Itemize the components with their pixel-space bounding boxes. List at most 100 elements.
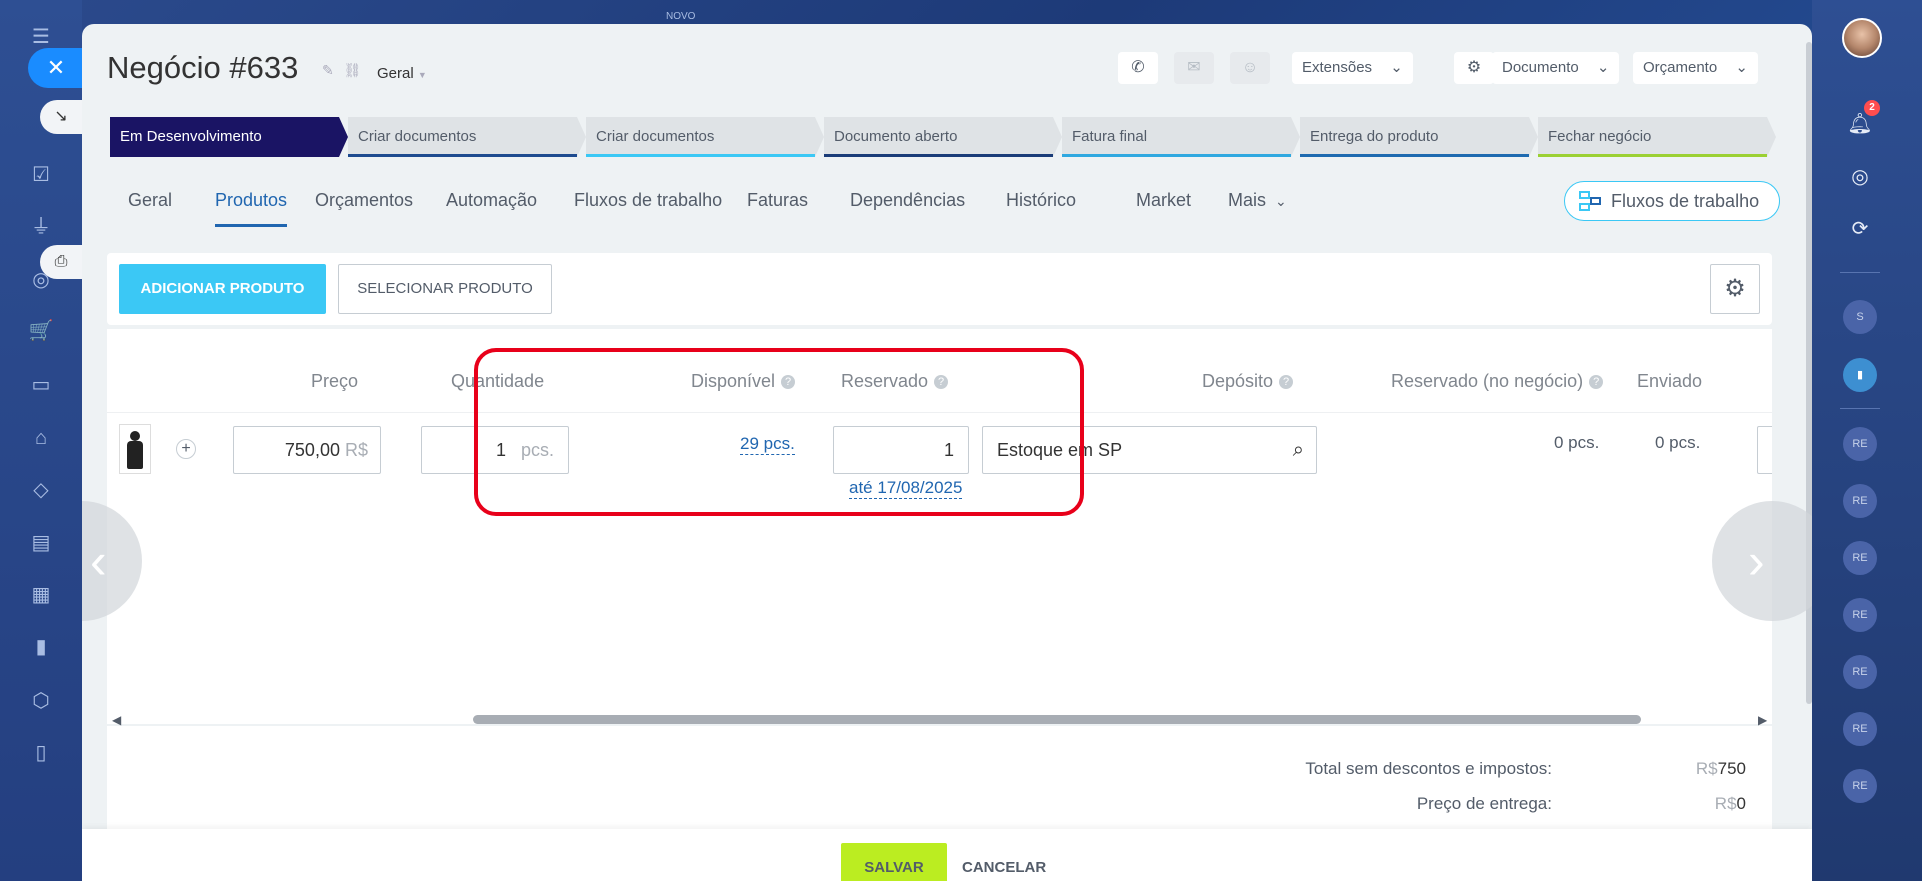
warehouse-icon[interactable]: ▤: [26, 528, 56, 558]
avatar[interactable]: S: [1843, 300, 1877, 334]
grid-settings-button[interactable]: ⚙: [1710, 264, 1760, 314]
link-icon[interactable]: ⛓: [344, 62, 362, 78]
stage-item[interactable]: Entrega do produto: [1300, 117, 1538, 157]
save-button[interactable]: SALVAR: [841, 843, 947, 881]
document-label: Documento: [1502, 59, 1579, 76]
avatar[interactable]: RE: [1843, 541, 1877, 575]
delivery-value: R$0: [1714, 794, 1746, 813]
workflows-button[interactable]: Fluxos de trabalho: [1564, 181, 1780, 221]
next-column-input[interactable]: [1757, 426, 1772, 474]
stage-bar: [824, 154, 1053, 157]
tasks-icon[interactable]: ☑: [26, 160, 56, 190]
settings-button[interactable]: ⚙: [1454, 52, 1494, 84]
call-button[interactable]: ✆: [1118, 52, 1158, 84]
avatar[interactable]: RE: [1843, 484, 1877, 518]
document-icon[interactable]: ▯: [26, 738, 56, 768]
contact-card-icon[interactable]: ▭: [26, 370, 56, 400]
robot-icon[interactable]: ⌂: [26, 423, 56, 453]
stage-item[interactable]: Em Desenvolvimento: [110, 117, 348, 157]
help-icon: ?: [1279, 375, 1294, 389]
stage-item[interactable]: Fechar negócio: [1538, 117, 1776, 157]
avatar[interactable]: RE: [1843, 655, 1877, 689]
right-sidebar: 🔔︎ 2 ◎ ⟳ S ▮ RE RE RE RE RE RE RE: [1812, 0, 1922, 881]
avatar[interactable]: RE: [1843, 598, 1877, 632]
quote-label: Orçamento: [1643, 59, 1718, 76]
avatar[interactable]: RE: [1843, 712, 1877, 746]
product-thumbnail[interactable]: [119, 424, 151, 474]
quote-button[interactable]: Orçamento ⌄: [1633, 52, 1758, 84]
tab-orcamentos[interactable]: Orçamentos: [315, 190, 413, 211]
target-icon[interactable]: ◎: [1846, 163, 1874, 191]
user-avatar[interactable]: [1842, 18, 1882, 58]
email-button[interactable]: ✉: [1174, 52, 1214, 84]
minimize-tab[interactable]: ↘: [40, 100, 82, 134]
tab-geral[interactable]: Geral: [128, 190, 172, 211]
print-icon: ⎙: [54, 253, 68, 270]
stage-bar: [1300, 154, 1529, 157]
pipeline-stages: Em Desenvolvimento Criar documentos Cria…: [110, 117, 1780, 157]
stage-bar: [586, 154, 815, 157]
stage-item[interactable]: Documento aberto: [824, 117, 1062, 157]
category-label: Geral: [377, 65, 414, 82]
tab-historico[interactable]: Histórico: [1006, 190, 1076, 211]
chevron-down-icon: ⌄: [1735, 59, 1748, 76]
tab-fluxos[interactable]: Fluxos de trabalho: [574, 190, 722, 211]
cart-icon[interactable]: 🛒: [26, 316, 56, 346]
delivery-label: Preço de entrega:: [1416, 794, 1552, 813]
column-header-warehouse: Depósito?: [1202, 371, 1294, 392]
stage-bar: [1062, 154, 1291, 157]
crm-filter-icon[interactable]: ⏚: [26, 212, 56, 242]
extensions-button[interactable]: Extensões ⌄: [1292, 52, 1413, 84]
tab-automacao[interactable]: Automação: [446, 190, 537, 211]
tab-produtos[interactable]: Produtos: [215, 190, 288, 227]
category-selector[interactable]: Geral ▼: [377, 65, 427, 82]
workflows-label: Fluxos de trabalho: [1611, 191, 1760, 211]
stage-bar: [1538, 154, 1767, 157]
avatar[interactable]: RE: [1843, 427, 1877, 461]
price-currency: R$: [344, 440, 368, 460]
expand-row-button[interactable]: +: [176, 439, 196, 459]
avatar[interactable]: RE: [1843, 769, 1877, 803]
arrow-down-right-icon: ↘: [54, 108, 68, 125]
tab-faturas[interactable]: Faturas: [747, 190, 808, 211]
print-tab[interactable]: ⎙: [40, 245, 82, 279]
highlight-frame: [474, 348, 1084, 516]
pencil-icon[interactable]: ✎: [322, 62, 334, 78]
cancel-button[interactable]: CANCELAR: [962, 843, 1046, 881]
price-input[interactable]: 750,00 R$: [233, 426, 381, 474]
stage-item[interactable]: Criar documentos: [348, 117, 586, 157]
tab-dependencias[interactable]: Dependências: [850, 190, 965, 211]
column-header-price: Preço: [311, 371, 359, 391]
scroll-left-icon[interactable]: ◀: [112, 713, 121, 727]
add-product-button[interactable]: ADICIONAR PRODUTO: [119, 264, 326, 314]
analytics-icon[interactable]: ▮: [26, 632, 56, 662]
close-slider-button[interactable]: ✕: [28, 48, 84, 88]
horizontal-scrollbar[interactable]: [473, 715, 1641, 724]
column-header-reserved-deal: Reservado (no negócio)?: [1391, 371, 1604, 392]
calendar-icon[interactable]: ▦: [26, 580, 56, 610]
box-icon[interactable]: ◇: [26, 475, 56, 505]
subtotal-value: R$750: [1695, 759, 1746, 778]
top-label: NOVO: [666, 11, 696, 22]
stage-bar: [348, 154, 577, 157]
scroll-right-icon[interactable]: ▶: [1758, 713, 1767, 727]
settings-icon[interactable]: ⬡: [26, 686, 56, 716]
products-toolbar: ADICIONAR PRODUTO SELECIONAR PRODUTO ⚙: [107, 253, 1772, 325]
tab-market[interactable]: Market: [1136, 190, 1191, 211]
footer-actions: SALVAR CANCELAR: [82, 829, 1812, 881]
tab-mais[interactable]: Mais ⌄: [1228, 190, 1287, 211]
price-value: 750,00: [284, 440, 340, 460]
extensions-label: Extensões: [1302, 59, 1373, 76]
workflow-icon: [1579, 191, 1601, 211]
search-icon[interactable]: ⌕: [1293, 427, 1304, 473]
help-icon: ?: [1589, 375, 1604, 389]
bookmark-icon[interactable]: ▮: [1843, 358, 1877, 392]
chat-button[interactable]: ☺: [1230, 52, 1270, 84]
select-product-button[interactable]: SELECIONAR PRODUTO: [338, 264, 552, 314]
totals-section: Total sem descontos e impostos: R$750 Pr…: [107, 726, 1772, 831]
subtotal-label: Total sem descontos e impostos:: [1305, 759, 1552, 778]
document-button[interactable]: Documento ⌄: [1492, 52, 1620, 84]
stage-item[interactable]: Criar documentos: [586, 117, 824, 157]
stage-item[interactable]: Fatura final: [1062, 117, 1300, 157]
sync-icon[interactable]: ⟳: [1846, 215, 1874, 243]
